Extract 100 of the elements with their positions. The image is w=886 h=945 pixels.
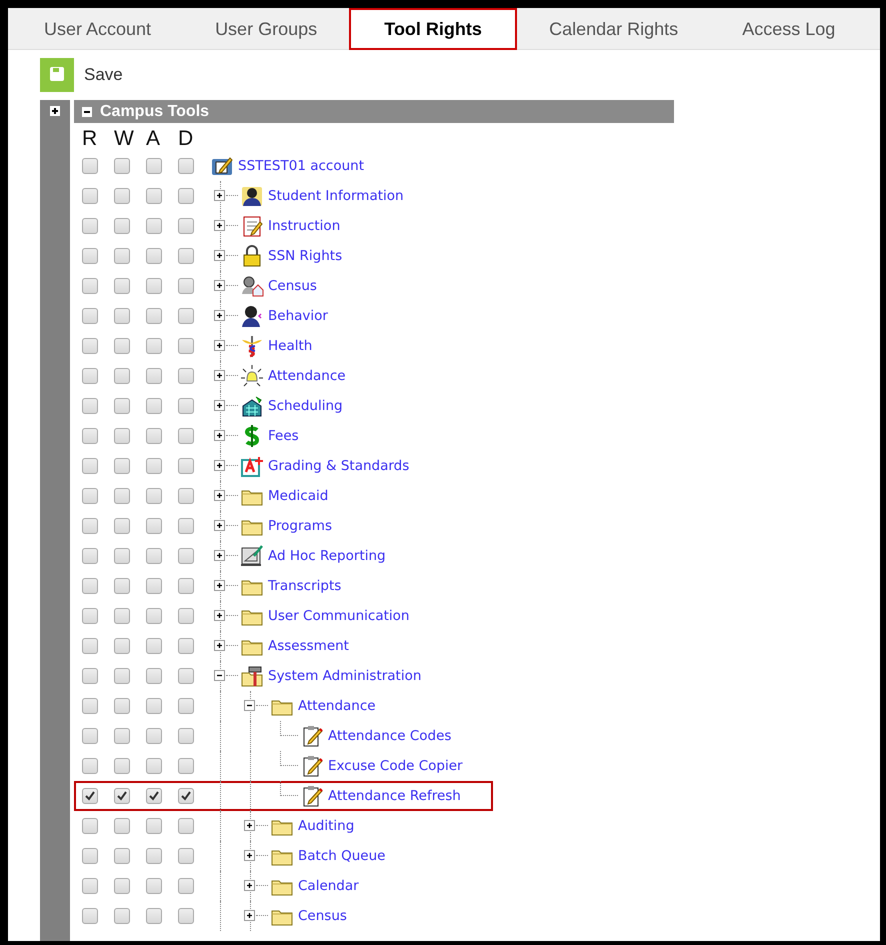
expand-icon[interactable] [244,880,255,891]
checkbox[interactable] [146,368,162,384]
checkbox[interactable] [146,728,162,744]
checkbox[interactable] [82,428,98,444]
tree-link[interactable]: Ad Hoc Reporting [268,546,386,566]
checkbox[interactable] [114,308,130,324]
checkbox[interactable] [114,818,130,834]
checkbox[interactable] [114,458,130,474]
checkbox[interactable] [82,458,98,474]
checkbox[interactable] [178,278,194,294]
tree-link[interactable]: Transcripts [268,576,342,596]
checkbox[interactable] [82,578,98,594]
checkbox[interactable] [146,248,162,264]
checkbox[interactable] [146,758,162,774]
expand-icon[interactable] [214,490,225,501]
expand-icon[interactable] [244,910,255,921]
checkbox[interactable] [146,188,162,204]
checkbox[interactable] [114,368,130,384]
tree-link[interactable]: Attendance Refresh [328,786,461,806]
expand-icon[interactable] [214,430,225,441]
checkbox[interactable] [114,488,130,504]
tab[interactable]: User Account [12,8,184,50]
checkbox[interactable] [82,278,98,294]
tree-link[interactable]: Health [268,336,312,356]
expand-icon[interactable] [214,520,225,531]
checkbox[interactable] [178,788,194,804]
checkbox[interactable] [178,428,194,444]
tree-link[interactable]: Instruction [268,216,340,236]
checkbox[interactable] [178,368,194,384]
checkbox[interactable] [178,848,194,864]
checkbox[interactable] [146,698,162,714]
checkbox[interactable] [178,308,194,324]
collapse-icon[interactable] [82,106,92,116]
tab[interactable]: Tool Rights [349,8,518,50]
expand-icon[interactable] [214,640,225,651]
checkbox[interactable] [146,878,162,894]
tree-link[interactable]: Calendar [298,876,359,896]
tree-link[interactable]: Attendance [268,366,346,386]
expand-icon[interactable] [214,550,225,561]
checkbox[interactable] [146,818,162,834]
expand-icon[interactable] [214,250,225,261]
checkbox[interactable] [82,308,98,324]
checkbox[interactable] [178,608,194,624]
tab[interactable]: Access Log [710,8,868,50]
checkbox[interactable] [178,548,194,564]
checkbox[interactable] [82,668,98,684]
checkbox[interactable] [82,848,98,864]
checkbox[interactable] [146,608,162,624]
checkbox[interactable] [114,338,130,354]
checkbox[interactable] [82,398,98,414]
tree-link[interactable]: Excuse Code Copier [328,756,463,776]
tab[interactable]: User Groups [183,8,350,50]
checkbox[interactable] [114,638,130,654]
checkbox[interactable] [114,788,130,804]
checkbox[interactable] [82,788,98,804]
save-button[interactable]: Save [40,58,880,92]
expand-icon[interactable] [214,400,225,411]
tree-link[interactable]: Assessment [268,636,349,656]
checkbox[interactable] [146,638,162,654]
checkbox[interactable] [114,578,130,594]
expand-icon[interactable] [214,580,225,591]
checkbox[interactable] [114,248,130,264]
checkbox[interactable] [82,908,98,924]
checkbox[interactable] [146,278,162,294]
tab[interactable]: Calendar Rights [517,8,710,50]
checkbox[interactable] [82,608,98,624]
checkbox[interactable] [114,428,130,444]
tree-link[interactable]: SSN Rights [268,246,342,266]
checkbox[interactable] [146,218,162,234]
checkbox[interactable] [178,248,194,264]
checkbox[interactable] [82,158,98,174]
checkbox[interactable] [114,188,130,204]
checkbox[interactable] [146,578,162,594]
checkbox[interactable] [114,518,130,534]
checkbox[interactable] [178,458,194,474]
checkbox[interactable] [82,728,98,744]
checkbox[interactable] [114,278,130,294]
tree-link[interactable]: Attendance Codes [328,726,452,746]
checkbox[interactable] [146,788,162,804]
tree-link[interactable]: Auditing [298,816,354,836]
expand-icon[interactable] [214,610,225,621]
tree-link[interactable]: Fees [268,426,299,446]
expand-icon[interactable] [214,280,225,291]
checkbox[interactable] [178,758,194,774]
checkbox[interactable] [82,188,98,204]
checkbox[interactable] [114,668,130,684]
checkbox[interactable] [114,398,130,414]
checkbox[interactable] [178,818,194,834]
checkbox[interactable] [146,548,162,564]
checkbox[interactable] [146,518,162,534]
checkbox[interactable] [178,578,194,594]
collapse-icon[interactable] [214,670,225,681]
checkbox[interactable] [146,158,162,174]
checkbox[interactable] [114,548,130,564]
checkbox[interactable] [146,908,162,924]
checkbox[interactable] [178,668,194,684]
checkbox[interactable] [178,188,194,204]
checkbox[interactable] [82,548,98,564]
checkbox[interactable] [82,518,98,534]
checkbox[interactable] [114,608,130,624]
